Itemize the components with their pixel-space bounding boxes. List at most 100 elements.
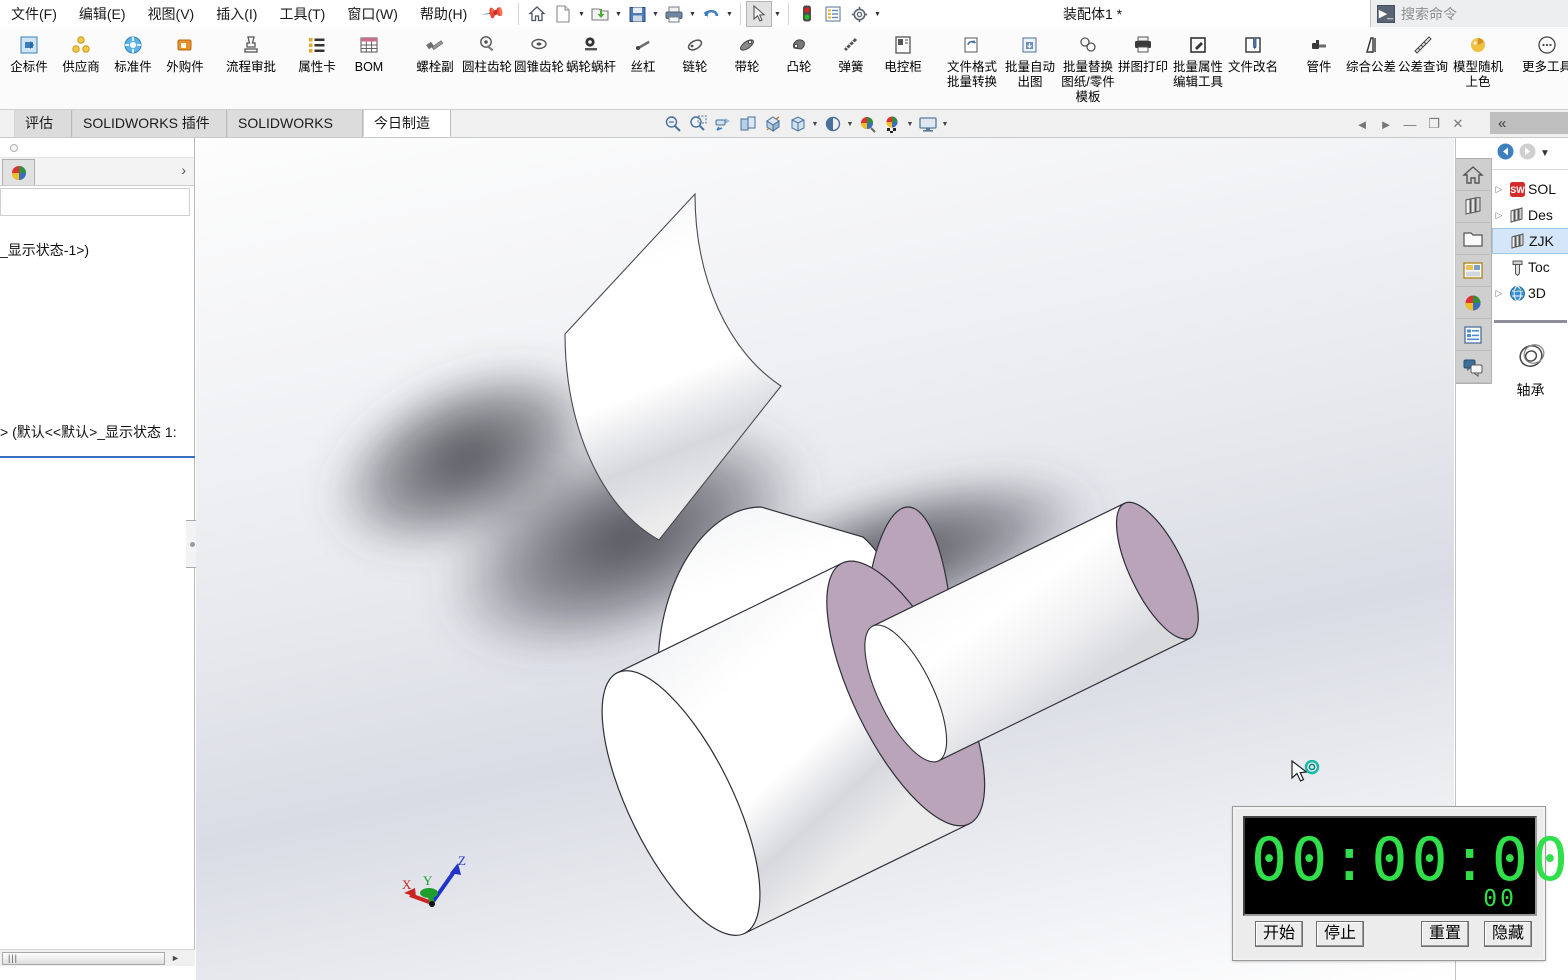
ribbon-button-pulley[interactable]: 带轮 xyxy=(721,28,773,100)
feature-tree-line-display-state[interactable]: _显示状态-1>) xyxy=(0,238,194,262)
library-node-3d-contentcentral[interactable]: ▷ 3D xyxy=(1492,280,1568,306)
scrollbar-thumb[interactable]: ||| xyxy=(2,951,165,965)
viewport-dropdown-icon[interactable]: ▼ xyxy=(940,111,950,137)
save-icon[interactable] xyxy=(624,1,650,27)
pushpin-icon[interactable]: 📌 xyxy=(476,0,515,31)
ribbon-button-tiled-print[interactable]: 拼图打印 xyxy=(1117,28,1169,100)
tab-evaluate[interactable]: 评估 xyxy=(14,110,72,137)
hide-show-items-icon[interactable] xyxy=(820,111,845,137)
timer-hide-button[interactable]: 隐藏 xyxy=(1484,921,1533,947)
stopwatch-widget[interactable]: 00:00:00 00 开始 停止 重置 隐藏 xyxy=(1232,806,1568,961)
zoom-in-out-icon[interactable] xyxy=(710,111,735,137)
menu-item-insert[interactable]: 插入(I) xyxy=(205,1,268,27)
restore-left-icon[interactable]: ◄ xyxy=(1350,112,1374,136)
ribbon-button-pipe-fitting[interactable]: 管件 xyxy=(1293,28,1345,100)
options-dropdown-icon[interactable]: ▼ xyxy=(872,1,883,27)
solidworks-forum-icon[interactable] xyxy=(1456,351,1490,383)
panel-pin-icon[interactable] xyxy=(10,144,18,152)
ribbon-button-format-convert[interactable]: 文件格式批量转换 xyxy=(943,28,1001,100)
print-icon[interactable] xyxy=(661,1,687,27)
ribbon-button-bolt-pair[interactable]: 螺栓副 xyxy=(409,28,461,100)
ribbon-button-batch-property-edit[interactable]: 批量属性编辑工具 xyxy=(1169,28,1227,100)
apply-scene-icon[interactable] xyxy=(880,111,905,137)
ribbon-button-spring[interactable]: 弹簧 xyxy=(825,28,877,100)
menu-item-edit[interactable]: 编辑(E) xyxy=(68,1,137,27)
tab-solidworks-addins[interactable]: SOLIDWORKS 插件 xyxy=(72,110,227,137)
display-style-icon[interactable] xyxy=(785,111,810,137)
home-icon[interactable] xyxy=(524,1,550,27)
zoom-to-fit-icon[interactable] xyxy=(660,111,685,137)
view-palette-icon[interactable] xyxy=(1456,255,1490,287)
menu-item-help[interactable]: 帮助(H) xyxy=(409,1,478,27)
select-arrow-icon[interactable] xyxy=(746,1,773,27)
ribbon-button-rename-file[interactable]: 文件改名 xyxy=(1227,28,1279,100)
menu-item-tools[interactable]: 工具(T) xyxy=(268,1,336,27)
home-task-icon[interactable] xyxy=(1456,159,1490,191)
back-arrow-icon[interactable] xyxy=(1496,142,1515,166)
feature-tree-horizontal-scrollbar[interactable]: ||| ► xyxy=(0,949,195,966)
design-library-icon[interactable] xyxy=(1456,191,1490,223)
ribbon-button-composite-tolerance[interactable]: 综合公差 xyxy=(1345,28,1397,100)
collapse-task-pane-button[interactable]: « xyxy=(1490,112,1568,134)
library-node-design-library[interactable]: ▷ Des xyxy=(1492,202,1568,228)
apply-scene-dropdown-icon[interactable]: ▼ xyxy=(905,111,915,137)
ribbon-button-purchased-part[interactable]: 外购件 xyxy=(159,28,211,100)
ribbon-button-sprocket[interactable]: 链轮 xyxy=(669,28,721,100)
ribbon-button-cam[interactable]: 凸轮 xyxy=(773,28,825,100)
library-node-solidworks-content[interactable]: ▷ SW SOL xyxy=(1492,176,1568,202)
restore-right-icon[interactable]: ► xyxy=(1374,112,1398,136)
file-explorer-icon[interactable] xyxy=(1456,223,1490,255)
timer-stop-button[interactable]: 停止 xyxy=(1316,921,1365,947)
ribbon-button-supplier[interactable]: 供应商 xyxy=(55,28,107,100)
menu-item-window[interactable]: 窗口(W) xyxy=(336,1,409,27)
ribbon-button-property-card[interactable]: 属性卡 xyxy=(291,28,343,100)
tab-today-manufacturing[interactable]: 今日制造 xyxy=(363,110,451,137)
search-command-box[interactable]: ▶_ 搜索命令 xyxy=(1370,0,1568,27)
display-style-dropdown-icon[interactable]: ▼ xyxy=(810,111,820,137)
ribbon-button-standard-part[interactable]: 标准件 xyxy=(107,28,159,100)
viewport-icon[interactable] xyxy=(915,111,940,137)
view-orientation-icon[interactable] xyxy=(760,111,785,137)
expand-arrow-icon[interactable]: ▷ xyxy=(1492,184,1506,195)
ribbon-button-spur-gear[interactable]: 圆柱齿轮 xyxy=(461,28,513,100)
rebuild-traffic-light-icon[interactable] xyxy=(794,1,820,27)
hide-show-dropdown-icon[interactable]: ▼ xyxy=(845,111,855,137)
ribbon-button-enterprise-part[interactable]: 企标件 xyxy=(3,28,55,100)
custom-properties-icon[interactable] xyxy=(1456,319,1490,351)
select-dropdown-icon[interactable]: ▼ xyxy=(772,1,783,27)
ribbon-button-bevel-gear[interactable]: 圆锥齿轮 xyxy=(513,28,565,100)
file-properties-icon[interactable] xyxy=(820,1,846,27)
ribbon-button-auto-drawing[interactable]: 批量自动出图 xyxy=(1001,28,1059,100)
expand-arrow-icon[interactable]: ▷ xyxy=(1492,288,1506,299)
ribbon-button-tolerance-query[interactable]: 公差查询 xyxy=(1397,28,1449,100)
undo-dropdown-icon[interactable]: ▼ xyxy=(724,1,735,27)
feature-tree-line-default-config[interactable]: > (默认<<默认>_显示状态 1: xyxy=(0,420,195,444)
expand-tab-chevron-icon[interactable]: › xyxy=(181,162,186,178)
appearance-color-icon[interactable] xyxy=(2,159,35,185)
zoom-to-area-icon[interactable] xyxy=(685,111,710,137)
open-folder-icon[interactable] xyxy=(587,1,613,27)
forward-arrow-icon[interactable] xyxy=(1518,142,1537,166)
close-icon[interactable]: ✕ xyxy=(1446,112,1470,136)
ribbon-button-random-color[interactable]: 模型随机上色 xyxy=(1449,28,1507,100)
chevron-down-icon[interactable]: ▼ xyxy=(1540,148,1550,159)
ribbon-button-worm-gear[interactable]: 蜗轮蜗杆 xyxy=(565,28,617,100)
ribbon-button-bom[interactable]: BOM xyxy=(343,28,395,100)
expand-arrow-icon[interactable]: ▷ xyxy=(1492,210,1506,221)
timer-start-button[interactable]: 开始 xyxy=(1255,921,1304,947)
ribbon-button-more-tools[interactable]: 更多工具 xyxy=(1521,28,1568,100)
restore-window-icon[interactable]: ❐ xyxy=(1422,112,1446,136)
ribbon-button-replace-template[interactable]: 批量替换图纸/零件模板 xyxy=(1059,28,1117,105)
options-gear-icon[interactable] xyxy=(846,1,872,27)
open-folder-dropdown-icon[interactable]: ▼ xyxy=(613,1,624,27)
scroll-right-arrow-icon[interactable]: ► xyxy=(171,953,180,963)
ribbon-button-control-cabinet[interactable]: 电控柜 xyxy=(877,28,929,100)
ribbon-button-approval[interactable]: 流程审批 xyxy=(225,28,277,100)
edit-appearance-icon[interactable] xyxy=(855,111,880,137)
library-node-toolbox[interactable]: Toc xyxy=(1492,254,1568,280)
appearances-scenes-icon[interactable] xyxy=(1456,287,1490,319)
minimize-icon[interactable]: — xyxy=(1398,112,1422,136)
tab-solidworks-mbd[interactable]: SOLIDWORKS MBD xyxy=(227,110,363,158)
new-document-dropdown-icon[interactable]: ▼ xyxy=(576,1,587,27)
library-node-zjk[interactable]: ZJK xyxy=(1492,228,1568,254)
